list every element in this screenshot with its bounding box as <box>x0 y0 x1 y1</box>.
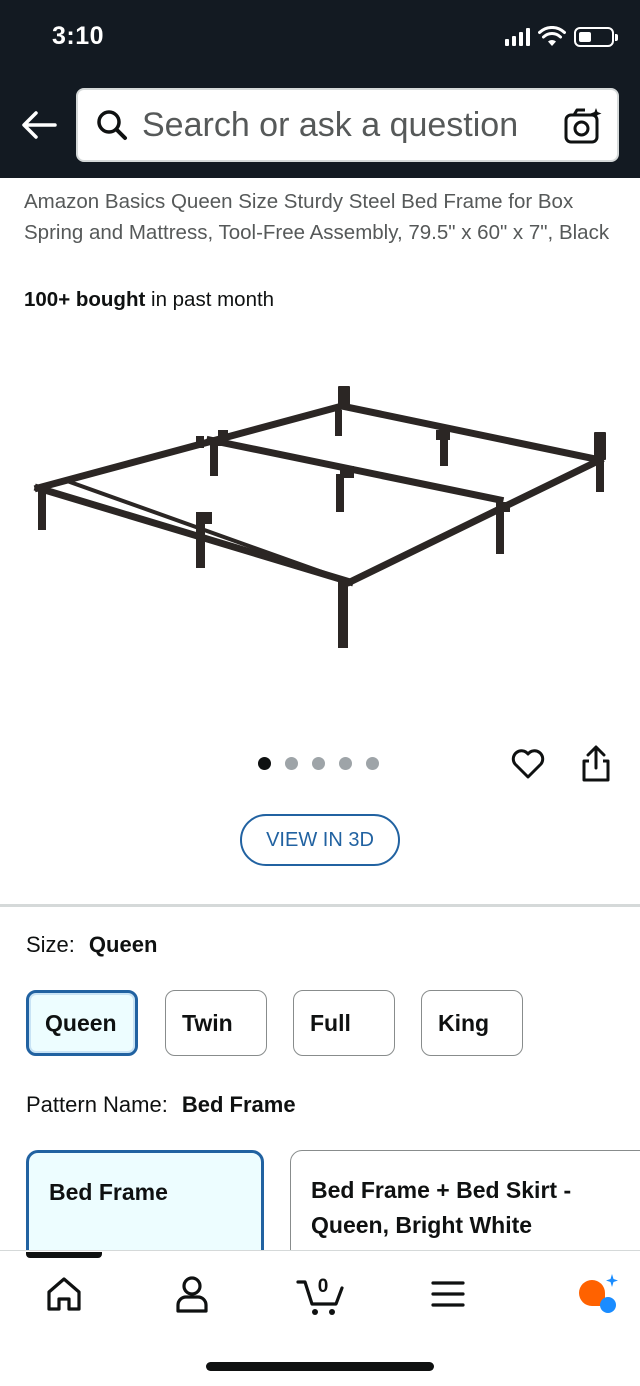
size-option-queen[interactable]: Queen <box>26 990 138 1056</box>
view-in-3d-button[interactable]: VIEW IN 3D <box>240 814 400 866</box>
menu-icon[interactable] <box>426 1272 470 1316</box>
search-icon <box>92 105 132 145</box>
cart-icon[interactable]: 0 <box>296 1272 346 1316</box>
product-image[interactable] <box>20 370 620 670</box>
size-label-text: Size: <box>26 932 75 957</box>
carousel-dot[interactable] <box>285 757 298 770</box>
camera-icon[interactable] <box>563 106 603 146</box>
nav-active-indicator <box>26 1252 102 1258</box>
bought-suffix: in past month <box>145 288 275 311</box>
back-button[interactable] <box>18 104 60 146</box>
search-input[interactable] <box>142 105 532 145</box>
share-icon[interactable] <box>578 744 614 784</box>
size-label: Size: Queen <box>26 932 157 958</box>
cart-count: 0 <box>318 1276 329 1297</box>
carousel-dot[interactable] <box>366 757 379 770</box>
bought-count: 100+ bought <box>24 288 146 311</box>
size-selected-value: Queen <box>88 932 158 957</box>
image-carousel-dots[interactable] <box>258 757 379 770</box>
top-bar: 3:10 <box>0 0 640 178</box>
bought-in-past-month: 100+ bought in past month <box>24 288 274 312</box>
product-title: Amazon Basics Queen Size Sturdy Steel Be… <box>24 190 610 244</box>
pattern-label: Pattern Name: Bed Frame <box>26 1092 296 1118</box>
wifi-icon <box>538 26 566 46</box>
signal-icon <box>505 28 530 46</box>
rufus-icon[interactable] <box>574 1272 624 1316</box>
search-bar[interactable] <box>76 88 619 162</box>
section-divider <box>0 904 640 907</box>
carousel-dot[interactable] <box>339 757 352 770</box>
pattern-selected-value: Bed Frame <box>181 1092 296 1117</box>
size-option-full[interactable]: Full <box>293 990 395 1056</box>
carousel-dot[interactable] <box>312 757 325 770</box>
battery-icon <box>574 27 618 47</box>
status-icons <box>505 26 618 48</box>
home-icon[interactable] <box>42 1272 86 1316</box>
size-option-king[interactable]: King <box>421 990 523 1056</box>
pattern-label-text: Pattern Name: <box>26 1092 168 1117</box>
back-arrow-icon <box>22 111 57 139</box>
status-time: 3:10 <box>52 22 105 50</box>
heart-icon[interactable] <box>510 746 546 782</box>
account-icon[interactable] <box>170 1272 214 1316</box>
home-indicator <box>206 1362 434 1371</box>
size-option-twin[interactable]: Twin <box>165 990 267 1056</box>
carousel-dot[interactable] <box>258 757 271 770</box>
